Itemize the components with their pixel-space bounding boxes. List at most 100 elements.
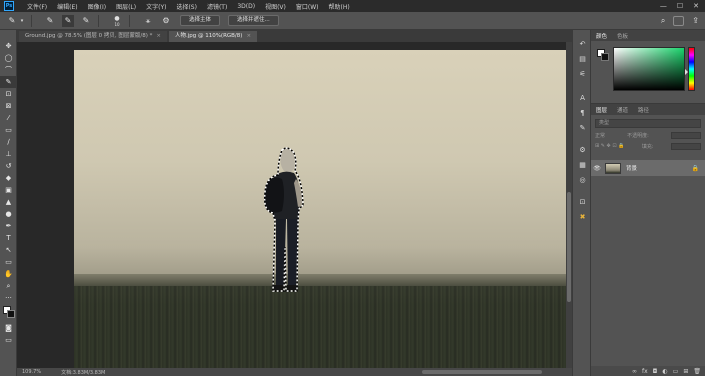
- menu-select[interactable]: 选择(S): [171, 2, 202, 11]
- tab-swatches[interactable]: 色板: [612, 32, 633, 40]
- document-info[interactable]: 文档:3.83M/3.83M: [61, 369, 105, 376]
- crop-tool-icon[interactable]: ⊡: [0, 88, 17, 100]
- tools-preset-icon[interactable]: ✖: [573, 211, 592, 223]
- layer-row[interactable]: 👁 背景 🔒: [591, 160, 705, 176]
- layer-name[interactable]: 背景: [626, 164, 637, 172]
- zoom-level[interactable]: 109.7%: [22, 369, 41, 375]
- menu-help[interactable]: 帮助(H): [324, 2, 355, 11]
- styles-icon[interactable]: ▦: [573, 159, 592, 171]
- add-to-selection-icon[interactable]: ✎: [62, 14, 74, 27]
- clone-stamp-tool-icon[interactable]: ⊥: [0, 148, 17, 160]
- document-image[interactable]: [74, 50, 567, 368]
- quick-mask-icon[interactable]: ◙: [0, 322, 17, 334]
- menu-view[interactable]: 视图(V): [260, 2, 291, 11]
- opacity-field[interactable]: [670, 131, 701, 139]
- workspace-icon[interactable]: [673, 15, 685, 26]
- menu-filter[interactable]: 滤镜(T): [202, 2, 232, 11]
- zoom-tool-icon[interactable]: ⌕: [0, 280, 17, 292]
- color-field[interactable]: [613, 47, 685, 91]
- quick-selection-tool-icon[interactable]: ✎: [0, 76, 17, 88]
- close-tab-icon[interactable]: ×: [246, 33, 251, 39]
- subtract-from-selection-icon[interactable]: ✎: [80, 15, 92, 27]
- close-button[interactable]: ✕: [693, 2, 699, 10]
- delete-layer-icon[interactable]: 🗑: [693, 368, 701, 375]
- tab-channels[interactable]: 通道: [612, 106, 633, 114]
- eraser-tool-icon[interactable]: ◆: [0, 172, 17, 184]
- path-selection-tool-icon[interactable]: ↖: [0, 244, 17, 256]
- menu-type[interactable]: 文字(Y): [141, 2, 171, 11]
- hue-marker-icon[interactable]: [685, 69, 688, 75]
- dropdown-chevron-icon[interactable]: ▾: [19, 15, 25, 27]
- background-color-swatch[interactable]: [601, 53, 609, 61]
- properties-icon[interactable]: ▤: [573, 53, 592, 65]
- menu-edit[interactable]: 编辑(E): [52, 2, 82, 11]
- share-icon[interactable]: ⇪: [692, 16, 699, 25]
- select-subject-button[interactable]: 选择主体: [180, 15, 221, 26]
- healing-brush-tool-icon[interactable]: ▭: [0, 124, 17, 136]
- blur-tool-icon[interactable]: ▲: [0, 196, 17, 208]
- shape-tool-icon[interactable]: ▭: [0, 256, 17, 268]
- paragraph-icon[interactable]: ¶: [573, 107, 592, 119]
- new-group-icon[interactable]: ▭: [673, 368, 679, 375]
- navigator-icon[interactable]: ⊡: [573, 196, 592, 208]
- canvas-area[interactable]: [17, 42, 572, 368]
- tab-color[interactable]: 颜色: [591, 32, 612, 40]
- tab-paths[interactable]: 路径: [633, 106, 654, 114]
- person-selection[interactable]: [260, 147, 310, 299]
- layer-style-icon[interactable]: fx: [642, 368, 648, 375]
- new-selection-icon[interactable]: ✎: [44, 15, 56, 27]
- lock-options-icon[interactable]: ⊞ ✎ ✥ ⊡ 🔒: [595, 143, 624, 149]
- scrollbar-thumb[interactable]: [567, 192, 571, 302]
- clone-source-icon[interactable]: ⚙: [573, 144, 592, 156]
- fill-field[interactable]: [671, 142, 701, 150]
- brush-tool-icon[interactable]: ∕: [0, 136, 17, 148]
- quick-select-tool-icon[interactable]: ✎: [6, 15, 18, 27]
- pen-tool-icon[interactable]: ✒: [0, 220, 17, 232]
- menu-window[interactable]: 窗口(W): [291, 2, 324, 11]
- menu-3d[interactable]: 3D(D): [232, 3, 260, 10]
- type-tool-icon[interactable]: T: [0, 232, 17, 244]
- tab-ground[interactable]: Ground.jpg @ 78.5% (图层 0 拷贝, 图层蒙版/8) * ×: [19, 31, 167, 42]
- 3d-icon[interactable]: ◎: [573, 174, 592, 186]
- adjustment-layer-icon[interactable]: ◐: [662, 368, 667, 375]
- character-icon[interactable]: A: [573, 92, 592, 104]
- color-panel-tabs: 颜色 色板: [591, 30, 705, 41]
- screen-mode-icon[interactable]: ▭: [0, 334, 17, 346]
- horizontal-scrollbar[interactable]: [422, 370, 542, 374]
- hand-tool-icon[interactable]: ✋: [0, 268, 17, 280]
- lasso-tool-icon[interactable]: ⌒: [0, 64, 17, 76]
- minimize-button[interactable]: —: [660, 2, 667, 10]
- more-tools-icon[interactable]: ···: [0, 292, 17, 304]
- menu-image[interactable]: 图像(I): [83, 2, 111, 11]
- maximize-button[interactable]: ☐: [677, 2, 683, 10]
- link-layers-icon[interactable]: ∞: [632, 368, 637, 375]
- gradient-tool-icon[interactable]: ▣: [0, 184, 17, 196]
- search-icon[interactable]: ⌕: [661, 16, 665, 26]
- close-tab-icon[interactable]: ×: [156, 33, 161, 39]
- history-brush-tool-icon[interactable]: ↺: [0, 160, 17, 172]
- select-and-mask-button[interactable]: 选择并遮住...: [228, 15, 279, 26]
- move-tool-icon[interactable]: ✥: [0, 40, 17, 52]
- menu-layer[interactable]: 图层(L): [111, 2, 141, 11]
- brush-size-icon[interactable]: ● 10: [111, 15, 123, 27]
- add-mask-icon[interactable]: ◘: [653, 368, 658, 375]
- brushes-icon[interactable]: ✎: [573, 122, 592, 134]
- menu-file[interactable]: 文件(F): [22, 2, 52, 11]
- photoshop-logo[interactable]: Ps: [4, 1, 14, 11]
- visibility-eye-icon[interactable]: 👁: [591, 165, 603, 172]
- color-swatches-icon[interactable]: [0, 304, 17, 322]
- adjustments-icon[interactable]: ⚟: [573, 68, 592, 80]
- tab-person[interactable]: 人物.jpg @ 110%(RGB/8) ×: [168, 31, 258, 42]
- history-icon[interactable]: ↶: [573, 38, 592, 50]
- frame-tool-icon[interactable]: ⊠: [0, 100, 17, 112]
- marquee-tool-icon[interactable]: ◯: [0, 52, 17, 64]
- new-layer-icon[interactable]: ⊞: [683, 368, 688, 375]
- tab-layers[interactable]: 图层: [591, 106, 612, 114]
- layer-filter-kind[interactable]: 类型: [595, 119, 701, 128]
- eyedropper-tool-icon[interactable]: ⁄: [0, 112, 17, 124]
- dodge-tool-icon[interactable]: ●: [0, 208, 17, 220]
- hue-slider[interactable]: [688, 47, 695, 91]
- blend-mode-select[interactable]: 正常: [595, 132, 605, 139]
- enhance-edge-icon[interactable]: ⚙: [160, 15, 172, 27]
- sample-all-layers-icon[interactable]: ⚹: [142, 15, 154, 27]
